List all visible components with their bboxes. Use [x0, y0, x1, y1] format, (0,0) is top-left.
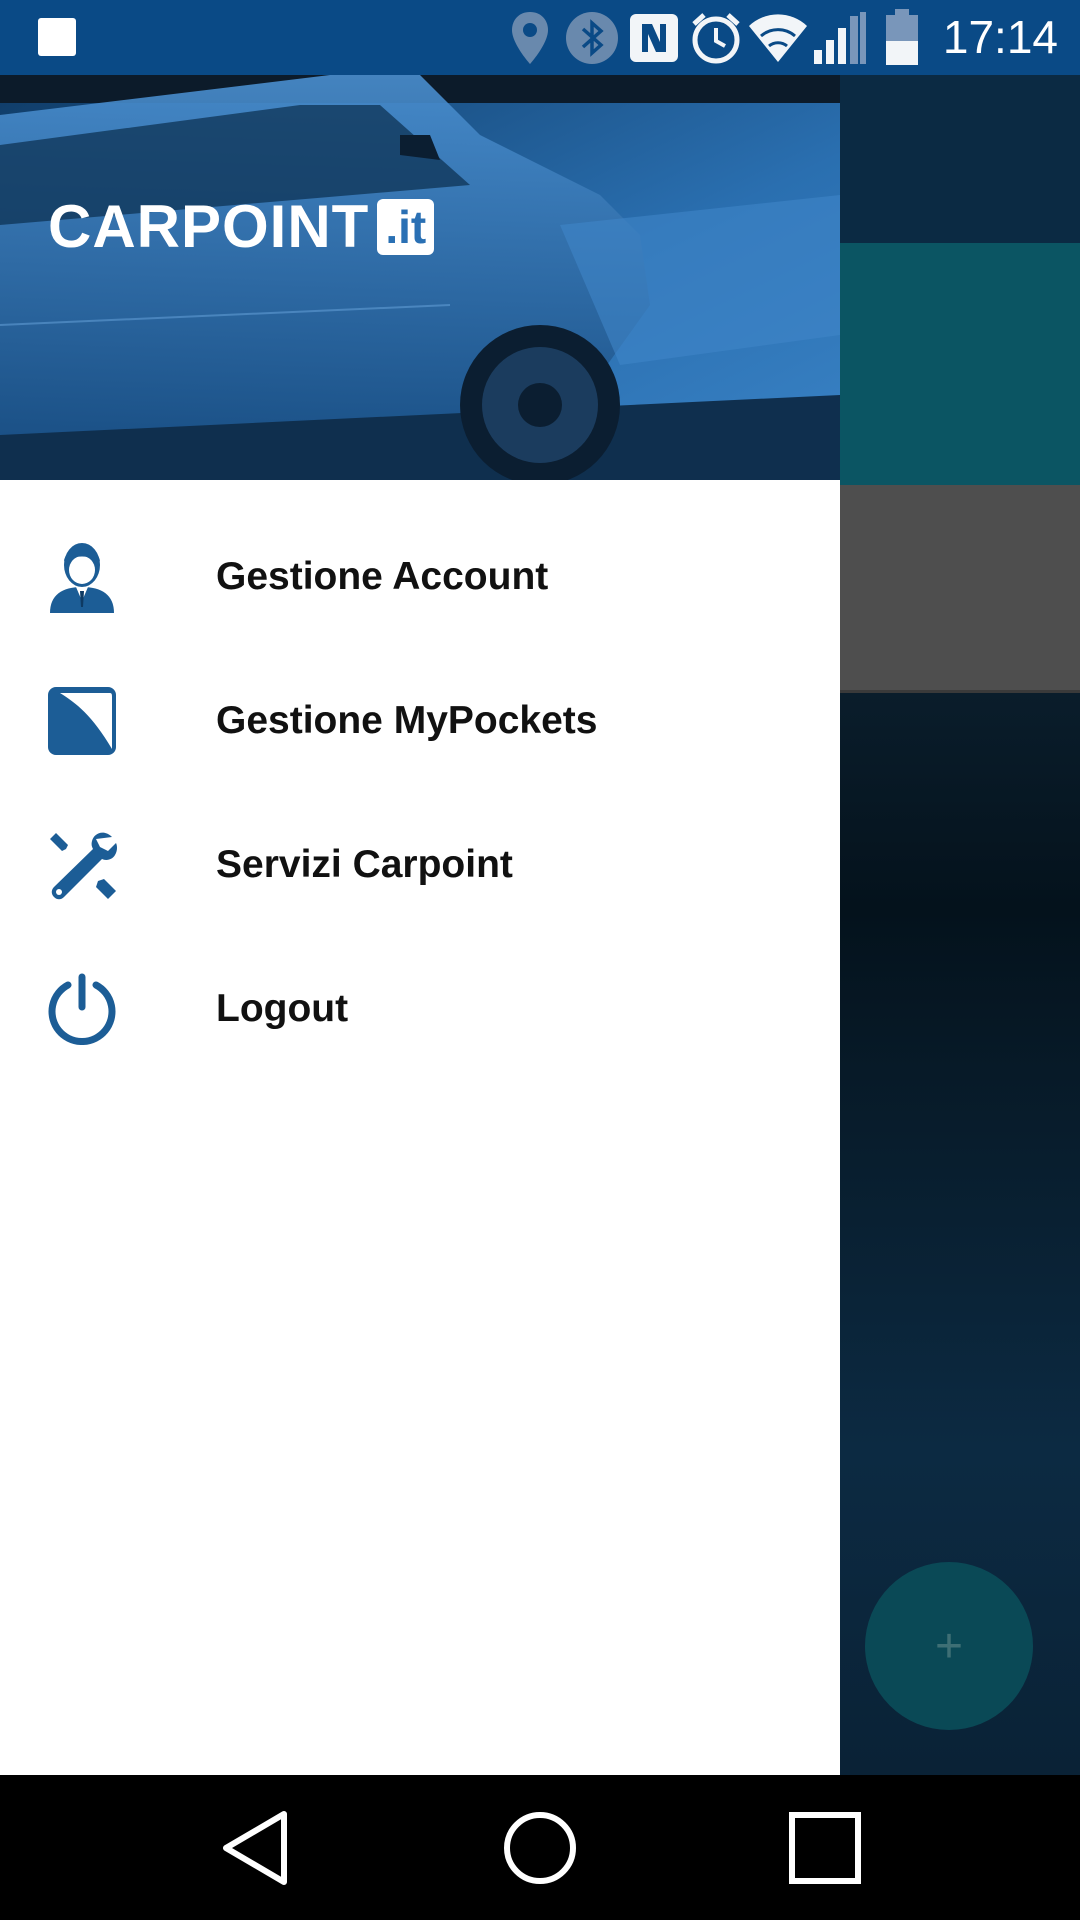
- menu-item-label: Servizi Carpoint: [216, 843, 513, 886]
- add-fab-button[interactable]: +: [865, 1562, 1033, 1730]
- menu-item-servizi-carpoint[interactable]: Servizi Carpoint: [0, 793, 840, 937]
- wifi-icon: [747, 0, 809, 75]
- drawer-menu: Gestione Account Gestione MyPockets Serv…: [0, 505, 840, 1081]
- status-time: 17:14: [942, 11, 1058, 63]
- alarm-icon: [685, 0, 747, 75]
- status-icons: 17:14: [499, 0, 1080, 75]
- background-card: [840, 485, 1080, 1023]
- recents-icon[interactable]: [780, 1803, 870, 1893]
- tools-icon: [46, 829, 118, 901]
- logo-text: CARPOINT: [48, 193, 370, 260]
- status-bar: 17:14: [0, 0, 1080, 75]
- background-teal-panel: [840, 243, 1080, 485]
- back-icon[interactable]: [210, 1803, 300, 1893]
- power-icon: [46, 973, 118, 1045]
- signal-icon: [809, 0, 871, 75]
- menu-item-gestione-account[interactable]: Gestione Account: [0, 505, 840, 649]
- navigation-bar: [0, 1775, 1080, 1920]
- background-toolbar: [840, 75, 1080, 243]
- location-icon: [499, 0, 561, 75]
- menu-item-gestione-mypockets[interactable]: Gestione MyPockets: [0, 649, 840, 793]
- user-account-icon: [46, 541, 118, 613]
- bluetooth-icon: [561, 0, 623, 75]
- nfc-icon: [623, 0, 685, 75]
- logo-badge: .it: [377, 199, 435, 255]
- carpoint-logo: CARPOINT .it: [48, 193, 435, 260]
- car-header-image: [0, 75, 840, 480]
- menu-item-label: Gestione Account: [216, 555, 549, 598]
- drawer-header: CARPOINT .it: [0, 75, 840, 480]
- home-icon[interactable]: [495, 1803, 585, 1893]
- battery-icon: [871, 0, 933, 75]
- background-app: +: [840, 75, 1080, 1775]
- menu-item-logout[interactable]: Logout: [0, 937, 840, 1081]
- navigation-drawer: CARPOINT .it Gestione Account Gestione M…: [0, 75, 840, 1775]
- notification-square-icon: [38, 18, 76, 56]
- menu-item-label: Gestione MyPockets: [216, 699, 598, 742]
- menu-item-label: Logout: [216, 987, 349, 1030]
- mypockets-icon: [46, 685, 118, 757]
